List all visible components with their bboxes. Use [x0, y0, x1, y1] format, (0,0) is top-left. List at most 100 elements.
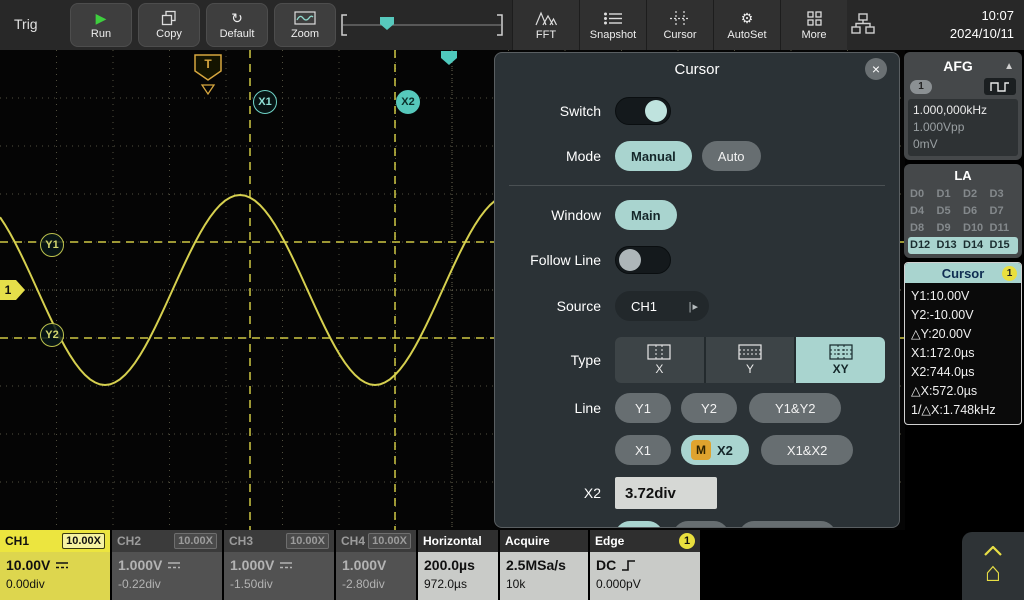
trigger-coupling: DC — [596, 555, 616, 575]
cursor-x2-handle[interactable]: X2 — [396, 90, 420, 114]
type-xy-label: XY — [833, 362, 849, 376]
type-y-button[interactable]: Y — [706, 337, 795, 383]
fft-button[interactable]: FFT — [512, 0, 579, 50]
cursor-y1-handle[interactable]: Y1 — [40, 233, 64, 257]
ch4-position: -2.80div — [342, 575, 410, 593]
cursor-x1-handle[interactable]: X1 — [253, 90, 277, 114]
line-x1x2-button[interactable]: X1&X2 — [761, 435, 853, 465]
expand-arrow-icon: |▸ — [689, 300, 699, 313]
clock-date: 2024/10/11 — [950, 25, 1014, 43]
la-panel[interactable]: LA D0D1D2D3 D4D5D6D7 D8D9D10D11 D12D13D1… — [904, 164, 1022, 258]
type-y-icon — [738, 344, 762, 360]
ch3-probe-badge: 10.00X — [286, 533, 329, 549]
reset-icon: ↻ — [231, 10, 243, 26]
line-label: Line — [509, 400, 601, 416]
follow-line-label: Follow Line — [509, 252, 601, 268]
trigger-position-indicator[interactable] — [340, 9, 504, 41]
autoset-button[interactable]: ⚙ AutoSet — [713, 0, 780, 50]
afg-title: AFG — [912, 58, 1004, 74]
window-main-button[interactable]: Main — [615, 200, 677, 230]
trigger-source-badge: 1 — [679, 533, 695, 549]
type-x-icon — [647, 344, 671, 360]
snapshot-button[interactable]: Snapshot — [579, 0, 646, 50]
trigger-time-marker[interactable]: T — [194, 54, 222, 101]
chevron-up-icon[interactable] — [983, 546, 1003, 556]
type-y-label: Y — [746, 362, 754, 376]
close-icon[interactable]: × — [865, 58, 887, 80]
scope-top-marker-icon[interactable] — [440, 50, 458, 71]
ch1-probe-badge: 10.00X — [62, 533, 105, 549]
channel1-block[interactable]: CH1 10.00X 10.00V 0.00div — [0, 530, 110, 600]
more-button[interactable]: More — [780, 0, 847, 50]
toggle-knob — [619, 249, 641, 271]
cursor-button[interactable]: Cursor — [646, 0, 713, 50]
type-segmented-control: X Y XY — [615, 337, 885, 383]
collapse-up-icon[interactable]: ▲ — [1004, 61, 1014, 72]
line-y2-button[interactable]: Y2 — [681, 393, 737, 423]
type-label: Type — [509, 352, 601, 368]
readout-inverse-delta-x: 1/△X:1.748kHz — [911, 401, 1015, 420]
acquire-title: Acquire — [505, 534, 550, 548]
mode-auto-button[interactable]: Auto — [702, 141, 761, 171]
channel4-block[interactable]: CH4 10.00X 1.000V -2.80div — [336, 530, 416, 600]
la-row: D4D5D6D7 — [908, 203, 1018, 220]
la-row: D0D1D2D3 — [908, 186, 1018, 203]
fft-label: FFT — [536, 29, 556, 41]
la-row: D8D9D10D11 — [908, 220, 1018, 237]
cursor-readout-panel[interactable]: Cursor 1 Y1:10.00V Y2:-10.00V △Y:20.00V … — [904, 262, 1022, 425]
copy-button[interactable]: Copy — [138, 3, 200, 47]
follow-line-toggle[interactable] — [615, 246, 671, 274]
ch2-position: -0.22div — [118, 575, 216, 593]
trig-menu[interactable]: Trig — [14, 16, 38, 32]
cursor-icon — [670, 10, 690, 27]
zoom-button[interactable]: Zoom — [274, 3, 336, 47]
readout-y1: Y1:10.00V — [911, 287, 1015, 306]
type-x-button[interactable]: X — [615, 337, 704, 383]
run-button[interactable]: ▶ Run — [70, 3, 132, 47]
x2-value-label: X2 — [509, 485, 601, 501]
mode-manual-button[interactable]: Manual — [615, 141, 692, 171]
source-value: CH1 — [631, 299, 657, 314]
channel3-block[interactable]: CH3 10.00X 1.000V -1.50div — [224, 530, 334, 600]
ch2-probe-badge: 10.00X — [174, 533, 217, 549]
source-select[interactable]: CH1 |▸ — [615, 291, 709, 321]
cursor-dialog: Cursor × Switch Mode Manual Auto Window … — [494, 52, 900, 528]
horizontal-title: Horizontal — [423, 534, 482, 548]
afg-offset: 0mV — [913, 136, 1013, 153]
channel2-block[interactable]: CH2 10.00X 1.000V -0.22div — [112, 530, 222, 600]
line-y1-button[interactable]: Y1 — [615, 393, 671, 423]
trigger-t-label: T — [204, 57, 212, 71]
type-x-label: X — [655, 362, 663, 376]
line-x2-button[interactable]: M X2 — [681, 435, 749, 465]
readout-x2: X2:744.0µs — [911, 363, 1015, 382]
cursor-y2-handle[interactable]: Y2 — [40, 323, 64, 347]
ch4-name: CH4 — [341, 534, 365, 548]
edge-title: Edge — [595, 534, 624, 548]
zoom-label: Zoom — [291, 28, 319, 40]
square-wave-icon — [984, 78, 1016, 95]
network-button[interactable] — [851, 13, 875, 40]
trigger-block[interactable]: Edge 1 DC 0.000pV — [590, 530, 700, 600]
bottom-status-bar: CH1 10.00X 10.00V 0.00div CH2 10.00X 1.0… — [0, 530, 1024, 600]
x2-value-input[interactable]: 3.72div — [615, 477, 717, 509]
default-button[interactable]: ↻ Default — [206, 3, 268, 47]
acquire-block[interactable]: Acquire 2.5MSa/s 10k — [500, 530, 588, 600]
more-grid-icon — [807, 10, 822, 27]
ch3-volts: 1.000V — [230, 555, 274, 575]
home-icon[interactable]: ⌂ — [985, 558, 1001, 586]
line-y1y2-button[interactable]: Y1&Y2 — [749, 393, 841, 423]
ch2-volts: 1.000V — [118, 555, 162, 575]
oscilloscope-screen: Trig ▶ Run Copy ↻ Default Zoom — [0, 0, 1024, 600]
x-unit-hz-button[interactable]: Hz — [673, 521, 729, 528]
cursor-switch-toggle[interactable] — [615, 97, 671, 125]
trigger-sub-marker-icon — [202, 85, 214, 94]
afg-panel[interactable]: AFG ▲ 1 1.000,000kHz 1.000Vpp 0mV — [904, 52, 1022, 160]
gear-icon: ⚙ — [741, 10, 754, 27]
horizontal-block[interactable]: Horizontal 200.0µs 972.0µs — [418, 530, 498, 600]
x-unit-percent-button[interactable]: Percent(%) — [739, 521, 836, 528]
line-x1-button[interactable]: X1 — [615, 435, 671, 465]
top-toolbar: Trig ▶ Run Copy ↻ Default Zoom — [0, 0, 1024, 50]
channel1-level-marker[interactable]: 1 — [0, 279, 26, 306]
x-unit-s-button[interactable]: s — [615, 521, 663, 528]
type-xy-button[interactable]: XY — [796, 337, 885, 383]
